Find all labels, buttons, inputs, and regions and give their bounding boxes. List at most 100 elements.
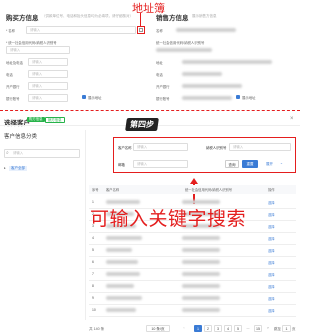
page-4[interactable]: 4 <box>224 325 232 332</box>
row-tax-id <box>182 260 220 264</box>
row-index: 10 <box>92 308 96 312</box>
page-2[interactable]: 2 <box>204 325 212 332</box>
row-customer-name <box>106 308 136 312</box>
buyer-bank-input[interactable]: 请输入 <box>28 82 68 90</box>
seller-tax-label: 统一社会信用代码/纳税人识别号 <box>156 41 205 45</box>
buyer-name-label: * 名称 <box>6 29 16 33</box>
row-select-link[interactable]: 选择 <box>268 200 275 205</box>
row-customer-name <box>106 248 132 252</box>
buyer-hint: （供款单位号、电话和抬头信息均为必填项，请仔细核对） <box>42 14 133 18</box>
seller-bank-label: 开户银行 <box>156 85 170 89</box>
row-index: 5 <box>92 248 94 252</box>
buyer-show-checkbox[interactable] <box>82 95 86 99</box>
seller-show-checkbox[interactable] <box>236 95 240 99</box>
sidebar-separator <box>85 130 86 320</box>
section-divider <box>0 110 300 111</box>
row-select-link[interactable]: 选择 <box>268 260 275 265</box>
row-select-link[interactable]: 选择 <box>268 284 275 289</box>
row-tax-id <box>182 284 220 288</box>
row-tax-id <box>182 248 220 252</box>
row-tax-id <box>182 272 220 276</box>
page-ellipsis[interactable]: ... <box>244 325 252 332</box>
row-divider <box>89 280 296 281</box>
row-divider <box>89 268 296 269</box>
row-divider <box>89 244 296 245</box>
page-next-button[interactable]: › <box>264 325 272 332</box>
seller-addr-value <box>182 60 272 64</box>
row-customer-name <box>106 260 138 264</box>
seller-name-label: 名称 <box>156 29 163 33</box>
jump-prefix: 跳至 <box>274 327 281 331</box>
row-index: 6 <box>92 260 94 264</box>
row-customer-name <box>106 296 142 300</box>
pagination-total: 共 140 条 <box>89 327 105 331</box>
page-size-select[interactable]: 10 条/页 <box>146 325 170 332</box>
buyer-account-input[interactable]: 请输入 <box>28 94 68 102</box>
dialog-tag-buyer[interactable]: 购方信息 <box>27 117 45 122</box>
seller-panel: 销售方信息 展示销售方信息 名称 统一社会信用代码/纳税人识别号 地址 电话 开… <box>152 8 298 104</box>
seller-account-value <box>182 96 232 100</box>
buyer-name-input[interactable]: 请输入 <box>26 26 136 34</box>
seller-phone-value <box>182 72 222 76</box>
buyer-addr-input[interactable]: 请输入 <box>28 58 68 66</box>
tree-expand-icon[interactable]: ▸ <box>4 166 6 170</box>
buyer-account-label: 银行账号 <box>6 97 20 101</box>
email-input[interactable]: 请输入 <box>133 160 188 168</box>
th-action: 操作 <box>268 188 275 192</box>
seller-hint: 展示销售方信息 <box>192 14 217 18</box>
page-5[interactable]: 5 <box>234 325 242 332</box>
row-divider <box>89 304 296 305</box>
query-button[interactable]: 查询 <box>225 160 239 168</box>
tree-item-all[interactable]: 客户全部 <box>9 166 27 171</box>
dialog-close-icon[interactable]: × <box>290 116 294 122</box>
buyer-tax-input[interactable]: 请输入 <box>6 46 70 54</box>
chevron-down-icon: ⌄ <box>280 161 283 165</box>
category-search-input[interactable]: 请输入 <box>4 149 80 158</box>
buyer-addr-label: 地址及电话 <box>6 61 23 65</box>
dialog-tag-seller[interactable]: 销方信息 <box>45 117 65 123</box>
buyer-phone-label: 电话 <box>6 73 13 77</box>
row-select-link[interactable]: 选择 <box>268 236 275 241</box>
tax-id-input[interactable]: 请输入 <box>229 143 291 151</box>
row-select-link[interactable]: 选择 <box>268 296 275 301</box>
step4-badge: 第四步 <box>125 118 159 131</box>
row-select-link[interactable]: 选择 <box>268 212 275 217</box>
buyer-panel: 购买方信息 （供款单位号、电话和抬头信息均为必填项，请仔细核对） * 名称 请输… <box>2 8 145 104</box>
customer-name-label: 客户名称 <box>118 146 132 150</box>
address-book-button[interactable] <box>137 26 145 34</box>
category-search-icon: ⌕ <box>6 150 9 156</box>
row-select-link[interactable]: 选择 <box>268 272 275 277</box>
row-select-link[interactable]: 选择 <box>268 248 275 253</box>
seller-bank-value <box>182 84 242 88</box>
row-divider <box>89 292 296 293</box>
customer-name-input[interactable]: 请输入 <box>133 143 188 151</box>
row-divider <box>89 232 296 233</box>
address-book-icon <box>139 28 143 32</box>
page-1[interactable]: 1 <box>194 325 202 332</box>
row-divider <box>89 316 296 317</box>
buyer-phone-input[interactable]: 请输入 <box>28 70 68 78</box>
page-3[interactable]: 3 <box>214 325 222 332</box>
search-arrow-head <box>189 178 198 184</box>
row-tax-id <box>182 296 220 300</box>
row-select-link[interactable]: 选择 <box>268 308 275 313</box>
buyer-title: 购买方信息 <box>6 15 39 22</box>
seller-account-label: 银行账号 <box>156 97 170 101</box>
address-book-annotation: 地址簿 <box>132 3 165 15</box>
row-index: 4 <box>92 236 94 240</box>
seller-tax-value <box>156 48 212 52</box>
row-tax-id <box>182 308 220 312</box>
address-book-arrow <box>140 13 141 26</box>
reset-button[interactable]: 重置 <box>242 160 258 168</box>
row-select-link[interactable]: 选择 <box>268 224 275 229</box>
page-prev-button[interactable]: ‹ <box>180 325 188 332</box>
th-customer-name: 客户名称 <box>106 188 120 192</box>
jump-suffix: 页 <box>292 327 296 331</box>
seller-phone-label: 电话 <box>156 73 163 77</box>
jump-input[interactable]: 1 <box>282 325 291 332</box>
row-tax-id <box>182 236 220 240</box>
buyer-bank-label: 开户银行 <box>6 85 20 89</box>
row-index: 8 <box>92 284 94 288</box>
page-15[interactable]: 15 <box>254 325 262 332</box>
expand-link[interactable]: 展开 <box>266 162 273 167</box>
